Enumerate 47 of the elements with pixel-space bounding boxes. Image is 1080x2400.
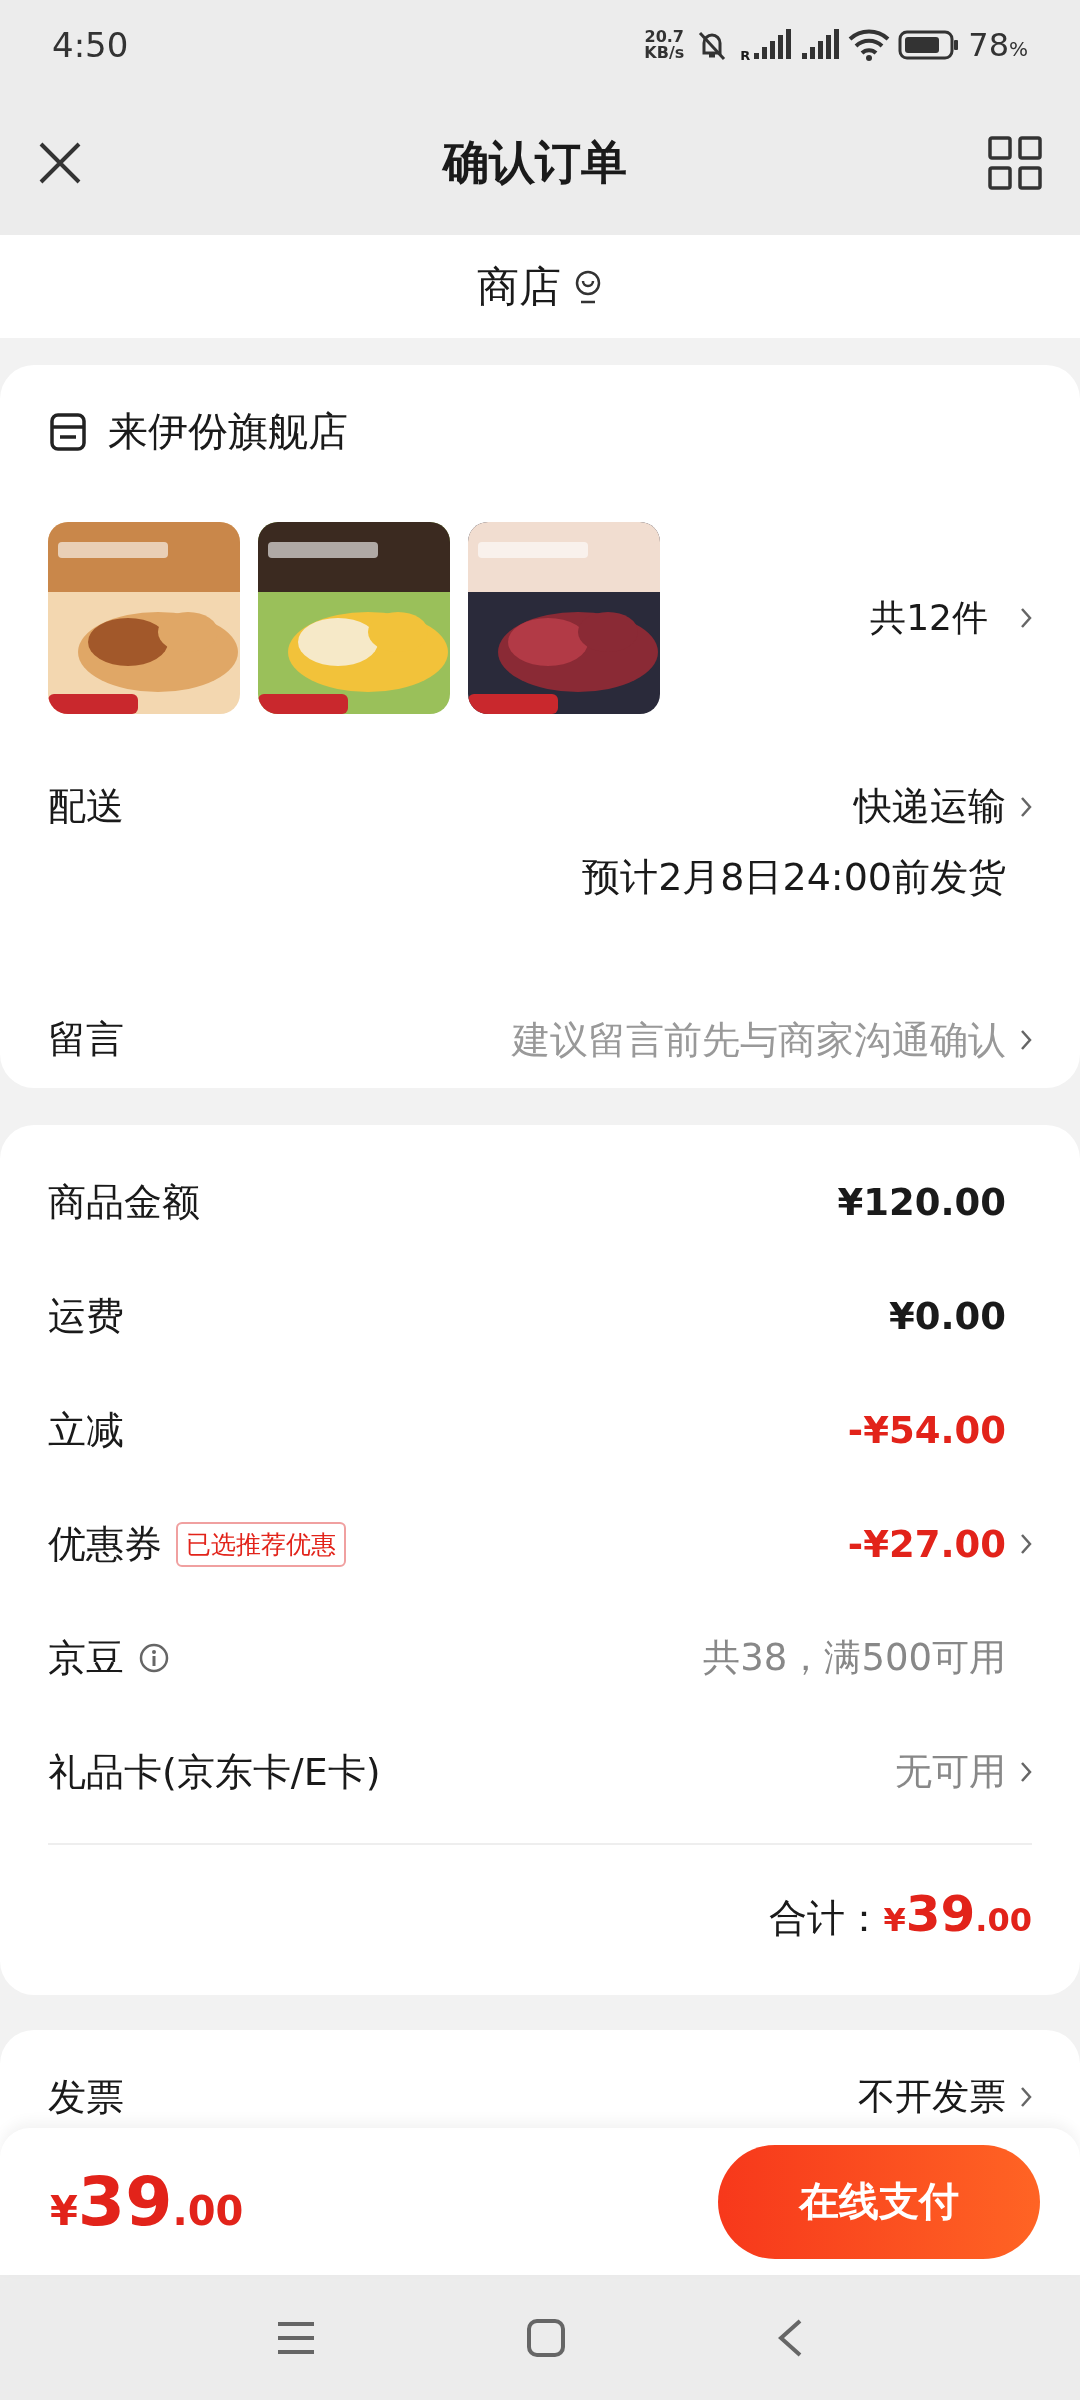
grid-menu-icon[interactable] bbox=[988, 135, 1042, 190]
fee-value: -¥54.00 bbox=[847, 1408, 1006, 1452]
fee-label: 商品金额 bbox=[48, 1178, 200, 1226]
info-icon[interactable] bbox=[138, 1642, 170, 1674]
shop-icon bbox=[48, 412, 88, 451]
invoice-label: 发票 bbox=[48, 2073, 124, 2121]
fee-label: 礼品卡(京东卡/E卡) bbox=[48, 1748, 381, 1796]
page-title: 确认订单 bbox=[443, 133, 627, 191]
menu-icon[interactable] bbox=[276, 2319, 316, 2356]
clock: 4:50 bbox=[52, 25, 129, 65]
fee-label: 立减 bbox=[48, 1406, 124, 1454]
invoice-value[interactable]: 不开发票 bbox=[858, 2072, 1006, 2122]
battery-icon bbox=[898, 30, 961, 60]
delivery-label: 配送 bbox=[48, 783, 124, 831]
fee-value: ¥120.00 bbox=[837, 1180, 1006, 1224]
fee-value: 共38，满500可用 bbox=[703, 1635, 1006, 1681]
network-speed: 20.7 KB/s bbox=[644, 29, 685, 61]
item-count[interactable]: 共12件 bbox=[870, 593, 988, 643]
signal-icon bbox=[800, 29, 841, 61]
signal-icon bbox=[752, 29, 793, 61]
wifi-icon bbox=[848, 29, 891, 61]
shop-name[interactable]: 来伊份旗舰店 bbox=[108, 404, 348, 460]
battery-percent: 78% bbox=[968, 26, 1028, 64]
total-label: 合计： bbox=[769, 1895, 884, 1942]
close-icon[interactable] bbox=[38, 140, 82, 185]
chevron-right-icon bbox=[1020, 2086, 1032, 2108]
fee-label: 京豆 bbox=[48, 1634, 124, 1682]
chevron-right-icon bbox=[1020, 795, 1032, 818]
roaming-label: R bbox=[740, 48, 751, 63]
delivery-method[interactable]: 快递运输 bbox=[854, 781, 1006, 833]
total-amount: ¥39.00 bbox=[883, 1885, 1032, 1943]
note-field[interactable]: 建议留言前先与商家沟通确认 bbox=[446, 1017, 1006, 1062]
note-label: 留言 bbox=[48, 1016, 124, 1064]
payment-amount: ¥39.00 bbox=[50, 2162, 244, 2241]
fee-value[interactable]: 无可用 bbox=[895, 1747, 1006, 1797]
fee-value[interactable]: -¥27.00 bbox=[847, 1522, 1006, 1566]
chevron-right-icon bbox=[1020, 1028, 1032, 1051]
coupon-tag: 已选推荐优惠 bbox=[176, 1521, 346, 1567]
fee-label: 运费 bbox=[48, 1292, 124, 1340]
delivery-estimate: 预计2月8日24:00前发货 bbox=[582, 854, 1006, 902]
fee-value: ¥0.00 bbox=[888, 1294, 1006, 1338]
chevron-right-icon bbox=[1020, 607, 1032, 630]
store-bar[interactable]: 商店 bbox=[0, 235, 1080, 338]
home-icon[interactable] bbox=[526, 2317, 566, 2358]
back-icon[interactable] bbox=[776, 2317, 804, 2358]
fee-label: 优惠券 bbox=[48, 1520, 162, 1568]
location-pin-icon bbox=[573, 268, 603, 305]
